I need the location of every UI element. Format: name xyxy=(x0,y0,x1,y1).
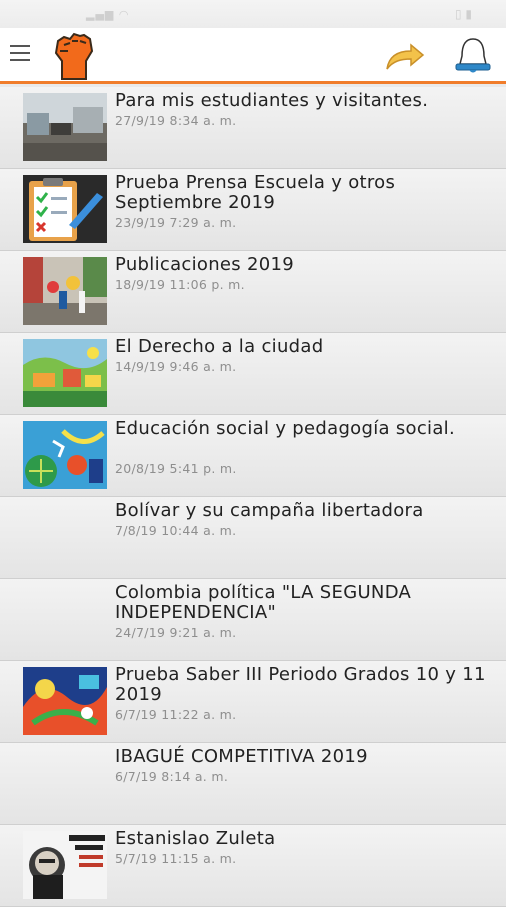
list-item[interactable]: IBAGUÉ COMPETITIVA 2019 6/7/19 8:14 a. m… xyxy=(0,743,506,825)
post-title: Colombia política "LA SEGUNDA INDEPENDEN… xyxy=(115,582,412,623)
post-thumbnail xyxy=(23,175,107,243)
post-title: Prueba Prensa Escuela y otros Septiembre… xyxy=(115,172,396,213)
post-title: Prueba Saber III Periodo Grados 10 y 11 … xyxy=(115,664,486,705)
post-thumbnail xyxy=(23,421,107,489)
notification-bell-icon[interactable] xyxy=(452,36,494,76)
raised-fist-logo-icon[interactable] xyxy=(50,31,98,81)
signal-icon: ▂▄▆ ◠ xyxy=(86,8,130,21)
post-title: El Derecho a la ciudad xyxy=(115,336,324,357)
post-thumbnail xyxy=(23,667,107,735)
status-bar: ▂▄▆ ◠ ▯ ▮ xyxy=(0,0,506,28)
post-thumbnail xyxy=(23,257,107,325)
post-date: 5/7/19 11:15 a. m. xyxy=(115,851,237,866)
list-item[interactable]: Estanislao Zuleta 5/7/19 11:15 a. m. xyxy=(0,825,506,907)
post-date: 14/9/19 9:46 a. m. xyxy=(115,359,237,374)
post-date: 7/8/19 10:44 a. m. xyxy=(115,523,237,538)
post-title: Estanislao Zuleta xyxy=(115,828,276,849)
list-item[interactable]: Publicaciones 2019 18/9/19 11:06 p. m. xyxy=(0,251,506,333)
post-title: Para mis estudiantes y visitantes. xyxy=(115,90,429,111)
post-title: Educación social y pedagogía social. xyxy=(115,418,456,439)
post-date: 24/7/19 9:21 a. m. xyxy=(115,625,237,640)
list-item[interactable]: Para mis estudiantes y visitantes. 27/9/… xyxy=(0,87,506,169)
post-list: Para mis estudiantes y visitantes. 27/9/… xyxy=(0,87,506,907)
list-item[interactable]: Educación social y pedagogía social. 20/… xyxy=(0,415,506,497)
list-item[interactable]: Colombia política "LA SEGUNDA INDEPENDEN… xyxy=(0,579,506,661)
list-item[interactable]: El Derecho a la ciudad 14/9/19 9:46 a. m… xyxy=(0,333,506,415)
share-arrow-icon[interactable] xyxy=(385,43,425,71)
battery-icon: ▯ ▮ xyxy=(454,7,472,21)
post-title: IBAGUÉ COMPETITIVA 2019 xyxy=(115,746,368,767)
list-item[interactable]: Bolívar y su campaña libertadora 7/8/19 … xyxy=(0,497,506,579)
post-date: 27/9/19 8:34 a. m. xyxy=(115,113,237,128)
post-date: 6/7/19 11:22 a. m. xyxy=(115,707,237,722)
app-bar xyxy=(0,28,506,84)
hamburger-menu-icon[interactable] xyxy=(10,45,30,65)
post-date: 23/9/19 7:29 a. m. xyxy=(115,215,237,230)
app-bar-accent-line xyxy=(0,81,506,84)
post-date: 6/7/19 8:14 a. m. xyxy=(115,769,229,784)
post-title: Bolívar y su campaña libertadora xyxy=(115,500,424,521)
list-item[interactable]: Prueba Saber III Periodo Grados 10 y 11 … xyxy=(0,661,506,743)
post-thumbnail xyxy=(23,831,107,899)
post-thumbnail xyxy=(23,339,107,407)
post-date: 18/9/19 11:06 p. m. xyxy=(115,277,245,292)
list-item[interactable]: Prueba Prensa Escuela y otros Septiembre… xyxy=(0,169,506,251)
post-date: 20/8/19 5:41 p. m. xyxy=(115,461,237,476)
post-thumbnail xyxy=(23,93,107,161)
post-title: Publicaciones 2019 xyxy=(115,254,295,275)
